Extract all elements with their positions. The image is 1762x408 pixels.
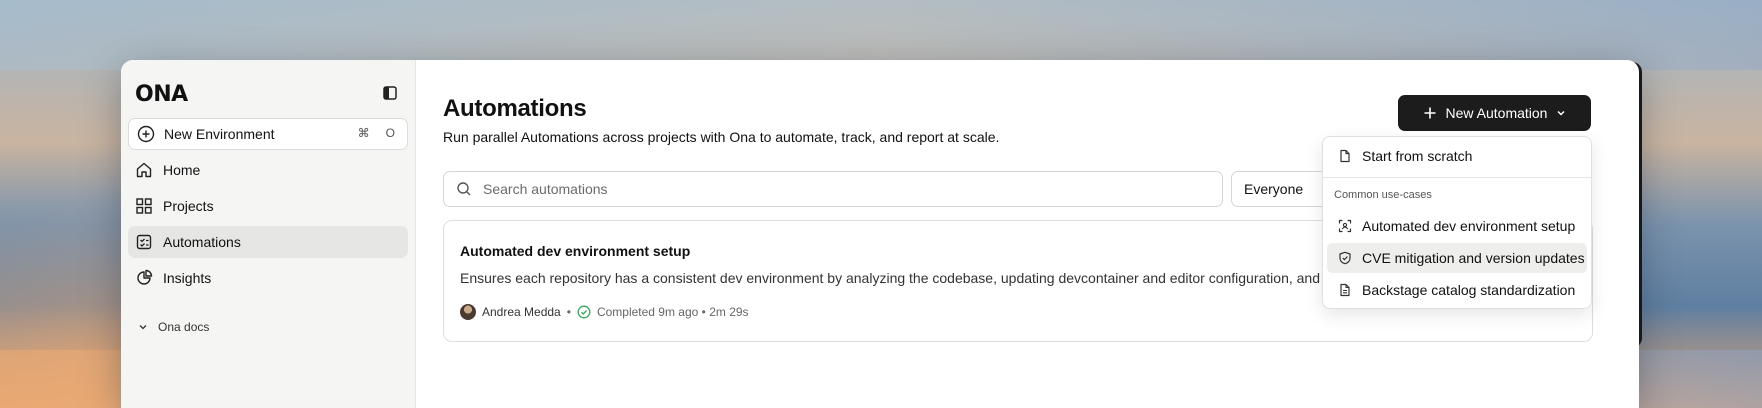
scan-icon: [1338, 219, 1352, 233]
avatar: [460, 304, 476, 320]
pie-chart-icon: [137, 269, 153, 285]
menu-item-label: CVE mitigation and version updates: [1362, 250, 1585, 266]
shortcut-hint: ⌘ O: [358, 126, 395, 140]
menu-item-label: Backstage catalog standardization: [1362, 282, 1576, 298]
chevron-down-icon: [1557, 110, 1565, 116]
search-field: [443, 171, 1223, 207]
meta-separator: •: [566, 305, 571, 319]
sidebar-docs-label: Ona docs: [158, 320, 210, 334]
ona-logo: ONA: [135, 82, 188, 107]
sidebar-item-label: Home: [163, 162, 201, 178]
automation-meta: Andrea Medda • Completed 9m ago • 2m 29s: [460, 304, 749, 320]
shield-check-icon: [1339, 251, 1351, 265]
sidebar-item-label: Insights: [163, 270, 212, 286]
shortcut-cmd: ⌘: [357, 126, 370, 140]
menu-item-cve-mitigation[interactable]: CVE mitigation and version updates: [1327, 243, 1587, 273]
page-subtitle: Run parallel Automations across projects…: [443, 129, 1000, 145]
sidebar-item-label: Automations: [163, 234, 241, 250]
sidebar-docs-toggle[interactable]: Ona docs: [138, 320, 209, 334]
menu-item-label: Start from scratch: [1362, 148, 1473, 164]
sidebar-item-home[interactable]: Home: [128, 154, 408, 186]
plus-circle-icon: [137, 125, 155, 143]
menu-item-label: Automated dev environment setup: [1362, 218, 1576, 234]
automation-description: Ensures each repository has a consistent…: [460, 270, 1340, 286]
sidebar-item-projects[interactable]: Projects: [128, 190, 408, 222]
check-circle-icon: [577, 305, 591, 319]
file-icon: [1340, 149, 1350, 163]
grid-icon: [136, 198, 152, 214]
automation-title: Automated dev environment setup: [460, 243, 691, 259]
home-icon: [136, 162, 152, 178]
menu-item-backstage-catalog[interactable]: Backstage catalog standardization: [1327, 275, 1587, 305]
sidebar-item-insights[interactable]: Insights: [128, 262, 408, 294]
new-automation-menu: Start from scratch Common use-cases Auto…: [1322, 136, 1592, 309]
search-input[interactable]: [483, 181, 1183, 197]
shortcut-key: O: [385, 126, 395, 140]
new-environment-button[interactable]: New Environment ⌘ O: [128, 118, 408, 150]
page-title: Automations: [443, 95, 587, 122]
new-automation-button[interactable]: New Automation: [1398, 95, 1591, 131]
author-name: Andrea Medda: [482, 305, 561, 319]
search-icon: [457, 182, 471, 196]
owner-filter-value: Everyone: [1244, 181, 1304, 197]
file-text-icon: [1340, 283, 1350, 297]
sidebar-item-automations[interactable]: Automations: [128, 226, 408, 258]
run-status: Completed 9m ago • 2m 29s: [596, 305, 749, 319]
sidebar: ONA New Environment ⌘ O Home Projects Au…: [121, 60, 416, 408]
plus-icon: [1424, 107, 1436, 119]
new-environment-label: New Environment: [164, 126, 275, 142]
menu-section-heading: Common use-cases: [1334, 189, 1432, 201]
menu-divider: [1323, 177, 1591, 178]
menu-item-start-from-scratch[interactable]: Start from scratch: [1327, 141, 1587, 171]
sidebar-toggle-icon[interactable]: [383, 86, 397, 100]
new-automation-label: New Automation: [1445, 105, 1548, 121]
automations-icon: [136, 234, 152, 250]
sidebar-item-label: Projects: [163, 198, 214, 214]
menu-item-dev-env-setup[interactable]: Automated dev environment setup: [1327, 211, 1587, 241]
chevron-down-icon: [139, 325, 147, 330]
